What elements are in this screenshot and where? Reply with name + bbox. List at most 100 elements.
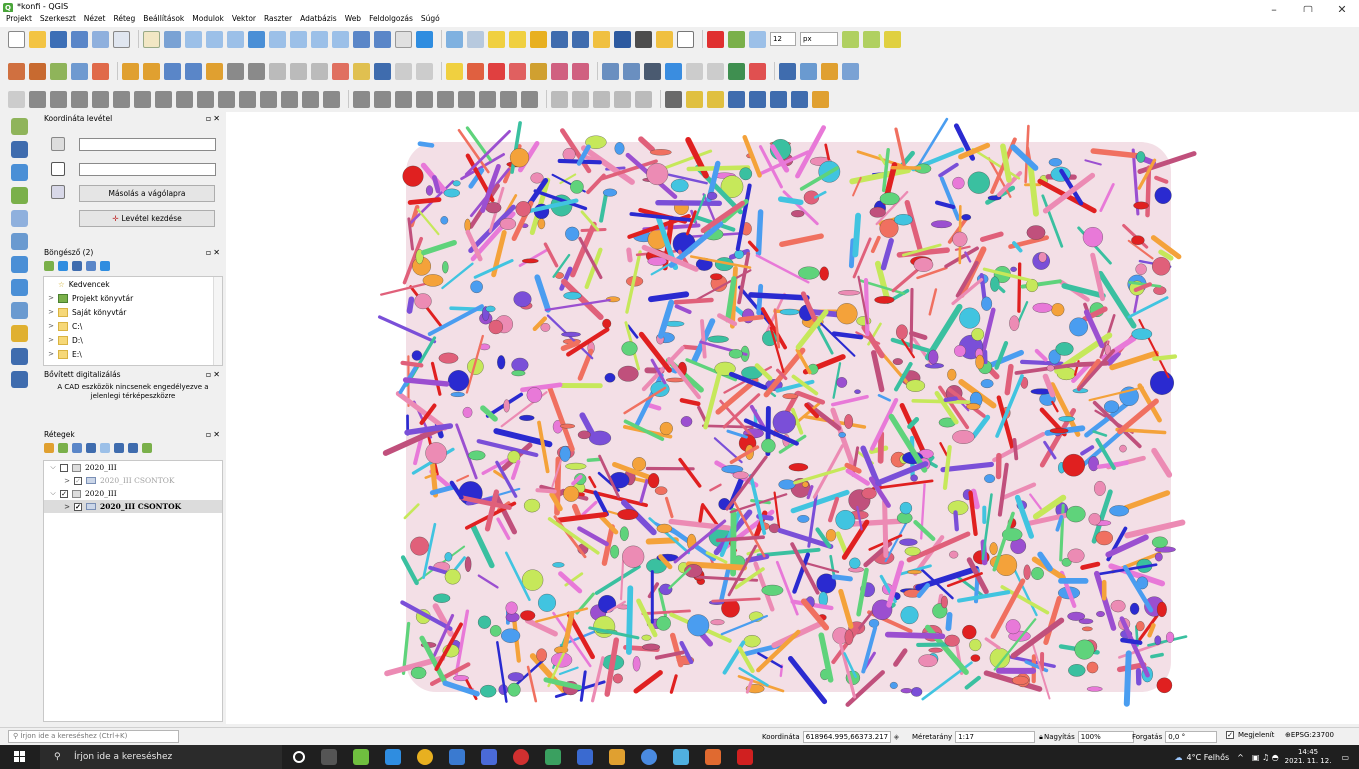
change-label-icon[interactable] [332,62,349,80]
expand-all-icon[interactable] [114,443,124,453]
pin-labels-icon[interactable] [353,62,370,80]
export-icon[interactable] [728,62,745,80]
plugin-icon[interactable] [749,62,766,80]
menu-projekt[interactable]: Projekt [2,14,36,23]
menu-adatbazis[interactable]: Adatbázis [296,14,341,23]
info-icon[interactable] [100,261,110,271]
invert-selection-icon[interactable] [488,62,505,80]
toggle-editing-icon[interactable] [29,62,46,80]
new-print-layout-icon[interactable] [92,30,109,48]
digitize-shape-icon[interactable] [791,90,808,108]
grid-icon[interactable] [521,90,538,108]
reshape-icon[interactable] [260,90,277,108]
render-checkbox[interactable]: ✓ [1226,731,1234,739]
menu-raszter[interactable]: Raszter [260,14,296,23]
menu-vektor[interactable]: Vektor [228,14,260,23]
save-edits-icon[interactable] [50,62,67,80]
delete-ring-icon[interactable] [218,90,235,108]
vertex-tool-icon[interactable] [122,62,139,80]
split-features-icon[interactable] [50,90,67,108]
new-shapefile-icon[interactable] [11,371,28,388]
scale-select[interactable]: 1:17 [955,731,1036,743]
menu-modulok[interactable]: Modulok [188,14,228,23]
current-edits-icon[interactable] [8,62,25,80]
layer-item[interactable]: > ✓ 2020_III CSONTOK [44,474,222,487]
add-wms-layer-icon[interactable] [11,233,28,250]
layer-group-item[interactable]: ⌵ ✓ 2020_III [44,487,222,500]
rotate-point-icon[interactable] [113,90,130,108]
remove-layer-icon[interactable] [142,443,152,453]
snapping-mode-icon[interactable] [749,30,766,48]
digitize-curve-icon[interactable] [707,90,724,108]
wfs-icon[interactable] [623,62,640,80]
layer-group-item[interactable]: ⌵ 2020_III [44,461,222,474]
snap-unit-select[interactable]: px [800,32,838,46]
tracing-icon[interactable] [728,30,745,48]
wms-icon[interactable] [602,62,619,80]
app-icon[interactable] [545,749,561,765]
label-icon[interactable] [290,62,307,80]
file-explorer-icon[interactable] [385,749,401,765]
scrollbar[interactable] [213,277,222,365]
add-vector-tile-icon[interactable] [11,348,28,365]
zoom-full-icon[interactable] [248,30,265,48]
menu-web[interactable]: Web [341,14,365,23]
acrobat-icon[interactable] [737,749,753,765]
panel-float-close-icon[interactable]: ▫✕ [206,114,222,123]
crs-coordinate-field[interactable] [79,137,216,151]
magnet-icon[interactable] [707,30,724,48]
select-features-icon[interactable] [488,30,505,48]
crs-display[interactable]: ⊕ EPSG:23700 [1285,731,1334,739]
split-parts-icon[interactable] [29,90,46,108]
layer-checkbox[interactable]: ✓ [74,502,82,511]
select-by-value-icon[interactable] [509,30,526,48]
lock-scale-icon[interactable]: 🔒︎ [1039,733,1043,742]
settings-gear-icon[interactable] [812,90,829,108]
topology-checker-icon[interactable] [551,62,568,80]
digitize-icon[interactable] [71,62,88,80]
digitize-point-icon[interactable] [749,90,766,108]
zoom-out-icon[interactable] [206,30,223,48]
new-map-view-icon[interactable] [353,30,370,48]
grass-icon[interactable] [800,62,817,80]
collapse-all-icon[interactable] [128,443,138,453]
layer-style-icon[interactable] [44,443,54,453]
add-wfs-layer-icon[interactable] [11,279,28,296]
map-tips-icon[interactable] [656,30,673,48]
toggle-extents-icon[interactable]: ◈ [894,733,899,741]
temporal-controller-icon[interactable] [374,30,391,48]
add-raster-layer-icon[interactable] [11,141,28,158]
processing-toolbox-icon[interactable] [593,30,610,48]
locator-search-input[interactable]: ⚲ Írjon ide a kereséshez (Ctrl+K) [8,730,179,743]
lower-icon[interactable] [458,90,475,108]
app-icon[interactable] [609,749,625,765]
zoom-next-icon[interactable] [332,30,349,48]
tree-item[interactable]: > Projekt könyvtár [44,291,222,305]
copy-to-clipboard-button[interactable]: Másolás a vágólapra [79,185,215,202]
graph-icon[interactable] [842,62,859,80]
cortana-icon[interactable] [293,751,305,763]
menu-nezet[interactable]: Nézet [80,14,110,23]
distribute-icon[interactable] [374,90,391,108]
fill-ring-icon[interactable] [197,90,214,108]
tray-icons[interactable]: ▣ ♫ ◓ [1252,753,1279,762]
circle-icon[interactable] [572,90,589,108]
filter-legend-icon[interactable] [86,443,96,453]
align-right-icon[interactable] [416,90,433,108]
tray-chevron-icon[interactable]: ^ [1237,753,1244,762]
add-part-icon[interactable] [176,90,193,108]
digitize-polygon-icon[interactable] [728,90,745,108]
qgis-taskbar-icon[interactable] [353,749,369,765]
save-as-icon[interactable] [71,30,88,48]
notification-icon[interactable]: ▭ [1341,753,1349,762]
ungroup-icon[interactable] [500,90,517,108]
add-delimited-text-icon[interactable] [11,325,28,342]
measure-icon[interactable] [635,30,652,48]
clock[interactable]: 14:45 2021. 11. 12. [1285,748,1332,766]
map-features[interactable] [226,112,1359,724]
intersection-icon[interactable] [863,30,880,48]
polygon-icon[interactable] [635,90,652,108]
delete-part-icon[interactable] [239,90,256,108]
new-project-icon[interactable] [8,30,25,48]
merge-features-icon[interactable] [71,90,88,108]
